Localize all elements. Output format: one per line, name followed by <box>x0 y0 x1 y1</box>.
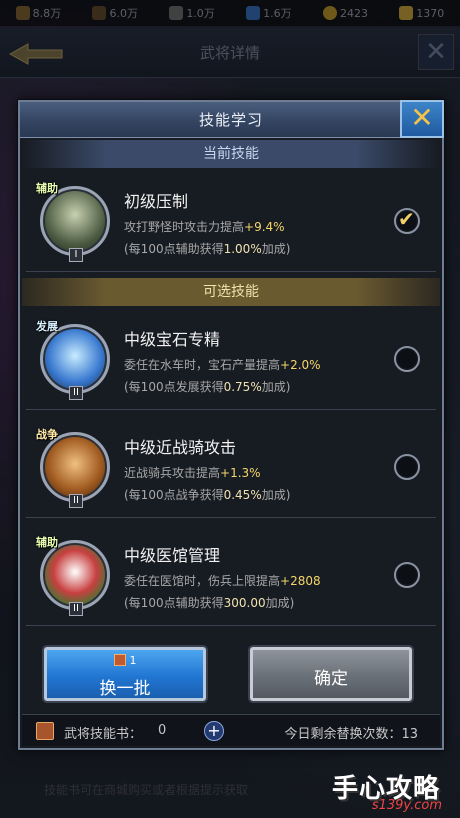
skill-select-radio[interactable] <box>394 454 420 480</box>
skill-bonus-note: (每100点战争获得0.45%加成) <box>124 488 291 502</box>
refresh-cost: 1 <box>47 654 203 667</box>
skill-book-icon <box>113 654 126 666</box>
skill-level: I <box>69 248 83 262</box>
skill-select-radio[interactable] <box>394 346 420 372</box>
remaining-swaps: 今日剩余替换次数：13 <box>284 727 418 742</box>
refresh-button[interactable]: 1 换一批 <box>44 647 206 701</box>
site-watermark: 手心攻略 s139y.com <box>292 768 452 814</box>
skill-icon: 发展 II <box>36 320 110 400</box>
skill-bonus-note: (每100点发展获得0.75%加成) <box>124 380 291 394</box>
cavalry-skill-icon <box>40 432 110 502</box>
skill-icon: 战争 II <box>36 428 110 508</box>
skill-bonus-note: (每100点辅助获得1.00%加成) <box>124 242 291 256</box>
skill-level: II <box>69 386 83 400</box>
skill-learn-dialog: 技能学习 ✕ 当前技能 辅助 I 初级压制 攻打野怪时攻击力提高+9.4% (每… <box>18 100 444 750</box>
current-skill-checkbox[interactable] <box>394 207 420 234</box>
skill-icon: 辅助 II <box>36 536 110 616</box>
skill-description: 委任在医馆时，伤兵上限提高+2808 <box>124 574 321 588</box>
optional-skill-row[interactable]: 发展 II 中级宝石专精 委任在水车时，宝石产量提高+2.0% (每100点发展… <box>26 306 436 410</box>
skill-description: 委任在水车时，宝石产量提高+2.0% <box>124 358 321 372</box>
dialog-footer: 武将技能书： 0 + 今日剩余替换次数：13 <box>22 714 440 746</box>
confirm-label: 确定 <box>314 669 348 689</box>
refresh-label: 换一批 <box>99 679 151 699</box>
skill-name: 初级压制 <box>124 192 189 211</box>
current-skill-header: 当前技能 <box>22 140 440 168</box>
skill-book-count: 0 <box>158 723 167 738</box>
confirm-button[interactable]: 确定 <box>250 647 412 701</box>
skill-tag: 辅助 <box>36 182 58 195</box>
skill-name: 中级医馆管理 <box>124 546 221 565</box>
skill-book-icon <box>36 722 54 740</box>
watermark-url: s139y.com <box>371 798 442 813</box>
skill-bonus-note: (每100点辅助获得300.00加成) <box>124 596 295 610</box>
skill-book-label: 武将技能书： <box>64 727 143 742</box>
skill-level: II <box>69 494 83 508</box>
skill-description: 近战骑兵攻击提高+1.3% <box>124 466 261 480</box>
skill-tag: 战争 <box>36 428 58 441</box>
optional-skill-row[interactable]: 战争 II 中级近战骑攻击 近战骑兵攻击提高+1.3% (每100点战争获得0.… <box>26 414 436 518</box>
skill-icon: 辅助 I <box>36 182 110 262</box>
gem-skill-icon <box>40 324 110 394</box>
optional-skill-header: 可选技能 <box>22 278 440 306</box>
skill-select-radio[interactable] <box>394 562 420 588</box>
skill-name: 中级近战骑攻击 <box>124 438 237 457</box>
dialog-title: 技能学习 <box>20 102 442 138</box>
skill-level: II <box>69 602 83 616</box>
add-book-icon[interactable]: + <box>204 721 224 741</box>
hospital-skill-icon <box>40 540 110 610</box>
current-skill-row: 辅助 I 初级压制 攻打野怪时攻击力提高+9.4% (每100点辅助获得1.00… <box>26 168 436 272</box>
optional-skill-row[interactable]: 辅助 II 中级医馆管理 委任在医馆时，伤兵上限提高+2808 (每100点辅助… <box>26 522 436 626</box>
skill-name: 中级宝石专精 <box>124 330 221 349</box>
skill-tag: 发展 <box>36 320 58 333</box>
skill-tag: 辅助 <box>36 536 58 549</box>
suppress-skill-icon <box>40 186 110 256</box>
skill-description: 攻打野怪时攻击力提高+9.4% <box>124 220 285 234</box>
close-icon[interactable]: ✕ <box>400 100 444 138</box>
